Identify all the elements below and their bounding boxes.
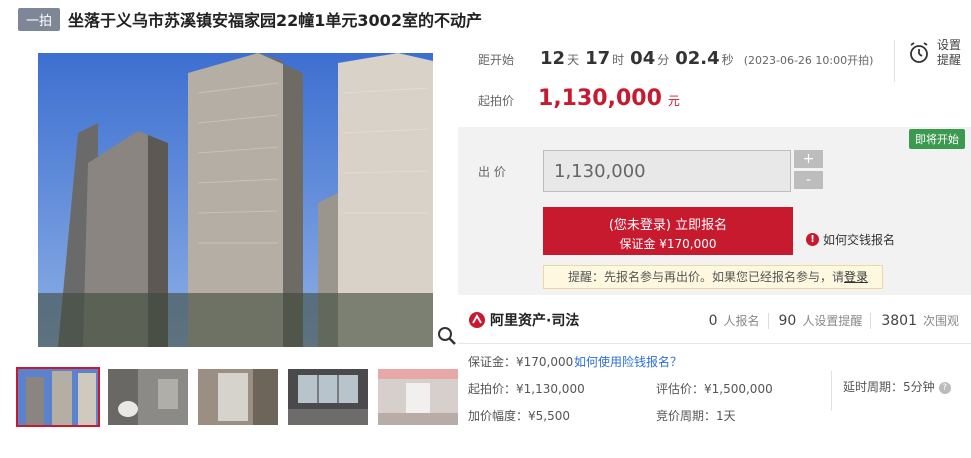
brand-name: 阿里资产·司法: [490, 313, 580, 329]
seconds-unit: 秒: [721, 53, 734, 67]
thumbnail-strip: [16, 367, 468, 427]
start-time-note: (2023-06-26 10:00开拍): [743, 54, 874, 67]
countdown: 距开始 12 天 17 时 04 分 02.4 秒 (2023-06-26 10…: [478, 48, 873, 69]
delay-period: 延时周期：5分钟?: [843, 378, 951, 395]
remind-label-1: 设置: [936, 38, 961, 52]
page-title: 坐落于义乌市苏溪镇安福家园22幢1单元3002室的不动产: [68, 11, 482, 30]
title-row: 一拍 坐落于义乌市苏溪镇安福家园22幢1单元3002室的不动产: [18, 7, 482, 31]
brand-logo-icon: [469, 312, 485, 328]
auction-info: 距开始 12 天 17 时 04 分 02.4 秒 (2023-06-26 10…: [458, 34, 971, 127]
help-icon[interactable]: ?: [938, 381, 951, 394]
bid-period: 竞价周期：1天: [656, 409, 736, 423]
bid-amount-input[interactable]: [543, 150, 791, 192]
bid-panel: 即将开始 出 价 + - (您未登录) 立即报名 保证金 ¥170,000 ! …: [458, 127, 971, 295]
increase-bid-button[interactable]: +: [794, 150, 823, 168]
view-unit: 次围观: [922, 314, 959, 328]
register-deposit: 保证金 ¥170,000: [619, 237, 717, 251]
login-link[interactable]: 登录: [844, 270, 868, 284]
delay-period-text: 延时周期：5分钟: [843, 380, 935, 394]
deposit-help-link[interactable]: 如何使用险钱报名？: [574, 353, 682, 370]
reminder-count: 90: [778, 313, 797, 329]
divider: [870, 312, 872, 329]
start-price-label: 起拍价: [478, 94, 515, 108]
countdown-hours: 17: [585, 48, 611, 69]
register-label: (您未登录) 立即报名: [608, 218, 728, 233]
signup-count: 0: [708, 313, 718, 329]
tip-text: 提醒：先报名参与再出价。如果您已经报名参与，请: [568, 270, 845, 284]
days-unit: 天: [567, 53, 580, 67]
brand: 阿里资产·司法: [468, 310, 579, 330]
countdown-seconds: 02.4: [675, 48, 720, 69]
thumbnail-1[interactable]: [16, 367, 100, 427]
info-icon: !: [806, 233, 819, 246]
decrease-bid-button[interactable]: -: [794, 171, 823, 189]
stats-bar: 阿里资产·司法 0 人报名 90 人设置提醒 3801 次围观: [458, 296, 971, 344]
register-now-button[interactable]: (您未登录) 立即报名 保证金 ¥170,000: [543, 207, 793, 255]
thumbnail-4[interactable]: [288, 369, 368, 425]
signup-unit: 人报名: [723, 314, 760, 328]
divider: [894, 40, 895, 82]
bid-label: 出 价: [478, 165, 506, 179]
appraisal-price: 评估价：¥1,500,000: [656, 382, 773, 396]
alarm-clock-icon: [910, 42, 928, 63]
thumbnail-2[interactable]: [108, 369, 188, 425]
divider: [831, 371, 832, 411]
status-badge: 即将开始: [909, 129, 965, 149]
hours-unit: 时: [612, 53, 625, 67]
remind-label-2: 提醒: [936, 53, 961, 67]
countdown-days: 12: [540, 48, 566, 69]
how-to-pay-link[interactable]: ! 如何交钱报名: [806, 231, 895, 248]
deposit-info: 保证金：¥170,000: [468, 355, 574, 369]
countdown-minutes: 04: [630, 48, 656, 69]
zoom-icon[interactable]: [437, 325, 457, 347]
start-price-value: 1,130,000: [538, 86, 662, 111]
set-reminder-button[interactable]: 设置 提醒: [907, 38, 961, 68]
stat-list: 0 人报名 90 人设置提醒 3801 次围观: [699, 312, 959, 329]
login-tip: 提醒：先报名参与再出价。如果您已经报名参与，请登录: [543, 265, 883, 289]
auction-details: 保证金：¥170,000 如何使用险钱报名？ 起拍价：¥1,130,000 评估…: [458, 345, 971, 458]
how-to-pay-label: 如何交钱报名: [823, 233, 896, 247]
thumbnail-5[interactable]: [378, 369, 458, 425]
thumbnail-3[interactable]: [198, 369, 278, 425]
reminder-unit: 人设置提醒: [802, 314, 863, 328]
start-price-detail: 起拍价：¥1,130,000: [468, 382, 585, 396]
auction-round-badge: 一拍: [18, 7, 61, 31]
minutes-unit: 分: [657, 53, 670, 67]
bid-increment: 加价幅度：¥5,500: [468, 409, 570, 423]
main-property-image[interactable]: [38, 53, 433, 347]
start-price-row: 起拍价 1,130,000 元: [478, 86, 680, 111]
divider: [767, 312, 769, 329]
countdown-label: 距开始: [478, 53, 515, 67]
start-price-unit: 元: [667, 94, 680, 108]
view-count: 3801: [881, 313, 917, 329]
